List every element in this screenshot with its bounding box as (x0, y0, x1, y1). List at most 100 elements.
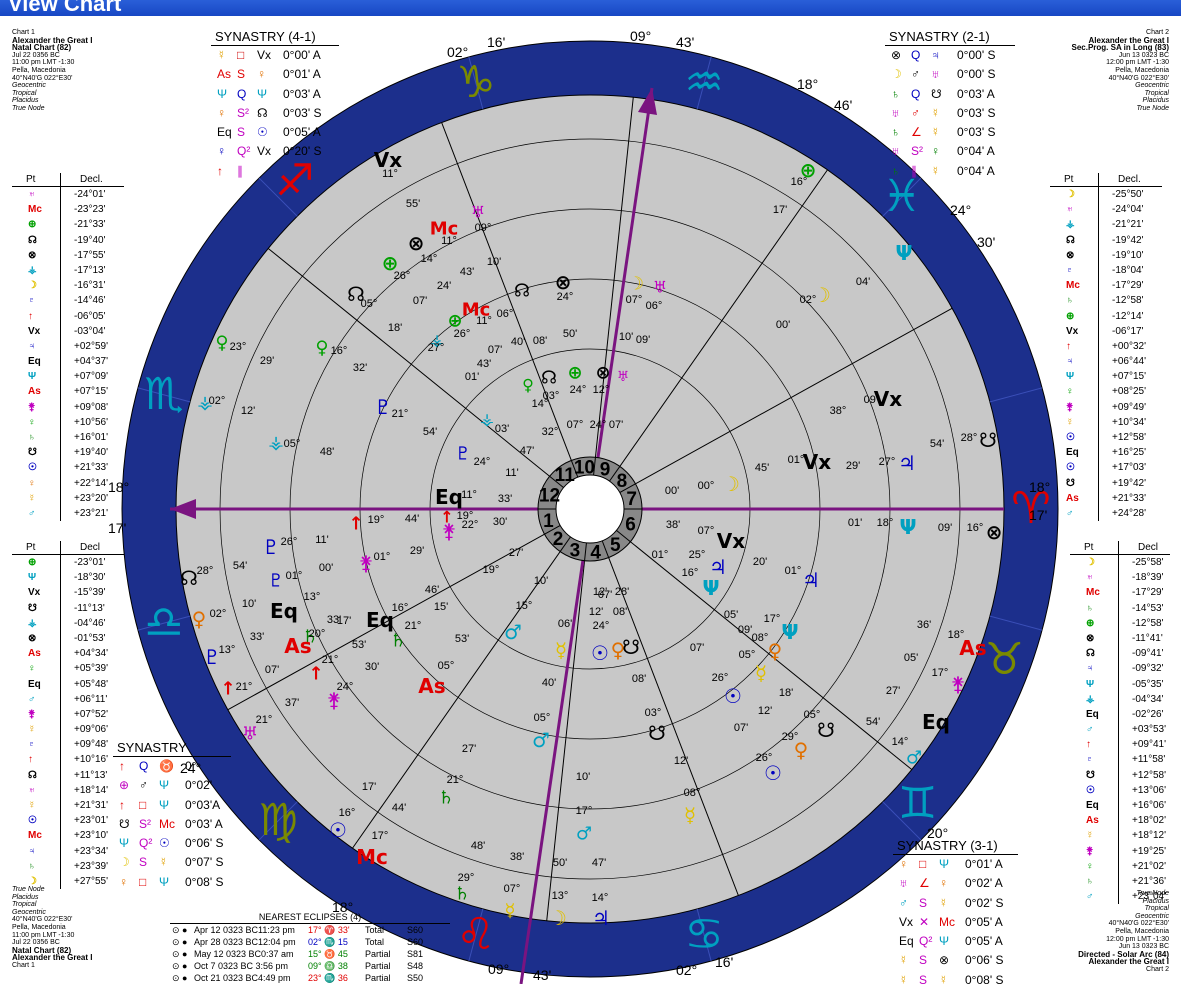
synastry-row[interactable]: ♅ ∠ ♀ 0°02' A (893, 874, 1018, 893)
planet-glyph: ☿ (755, 661, 767, 685)
chart1-option: Geocentric (12, 82, 46, 90)
degree-label: 45' (755, 462, 769, 474)
synastry-row[interactable]: ♄ ∥ ☿ 0°04' A (885, 162, 1015, 181)
synastry-row[interactable]: Ψ Q² ☉ 0°06' S (113, 834, 231, 853)
synastry-row[interactable]: ⊕ ♂ Ψ 0°02' (113, 776, 231, 795)
degree-label: 10' (242, 598, 256, 610)
synastry-row[interactable]: ☽ S ☿ 0°07' S (113, 853, 231, 872)
synastry-planet1: ⊗ (891, 48, 902, 62)
synastry-row[interactable]: ♅ ♂ ☿ 0°03' S (885, 104, 1015, 123)
synastry-title: SYNASTRY (2-1) (885, 29, 1015, 46)
eclipse-row[interactable]: ⊙ ● Apr 28 0323 BC12:04 pm 02° ♏ 15 Total S6… (170, 936, 450, 948)
chart2-time: 12:00 pm LMT -1:30 (1106, 935, 1169, 943)
degree-label: 19° (483, 564, 500, 576)
planet-glyph: Ψ (703, 576, 720, 600)
declination-point: Mc (28, 204, 42, 216)
declination-row: ↑ +00°32' (1050, 339, 1162, 354)
declination-value: -15°39' (74, 587, 106, 599)
synastry-row[interactable]: ♂ S ☿ 0°02' S (893, 894, 1018, 913)
declination-row: Eq +05°48' (12, 677, 124, 692)
synastry-row[interactable]: ♅ S² ♀ 0°04' A (885, 142, 1015, 161)
eclipse-row[interactable]: ⊙ ● Oct 21 0323 BC4:49 pm 23° ♏ 36 Partial S… (170, 972, 450, 984)
synastry-row[interactable]: ↑ ∥ (211, 162, 339, 181)
synastry-row[interactable]: ☿ S ☿ 0°08' S (893, 971, 1018, 990)
synastry-row[interactable]: ☿ S ⊗ 0°06' S (893, 951, 1018, 970)
synastry-row[interactable]: ♀ S² ☊ 0°03' S (211, 104, 339, 123)
cusp-degree-label: 46' (834, 97, 852, 113)
synastry-row[interactable]: ♀ Q² Vx 0°20' S (211, 142, 339, 161)
degree-label: 48' (471, 840, 485, 852)
declination-row: Vx -06°17' (1050, 324, 1162, 339)
declination-row: As +18°02' (1070, 813, 1170, 828)
eclipse-position: 15° ♉ 45 (308, 949, 348, 959)
planet-glyph: ♀ (192, 607, 207, 631)
declination-point: ♅ (28, 189, 36, 200)
declination-point: As (28, 648, 41, 660)
synastry-planet2: Mc (939, 914, 955, 929)
declination-row: ♅ -18°39' (1070, 570, 1170, 585)
planet-glyph: ♅ (617, 369, 630, 385)
synastry-row[interactable]: ☽ ♂ ♅ 0°00' S (885, 65, 1015, 84)
synastry-row[interactable]: ♄ ∠ ☿ 0°03' S (885, 123, 1015, 142)
eclipse-row[interactable]: ⊙ ● May 12 0323 BC0:37 am 15° ♉ 45 Partial S… (170, 948, 450, 960)
synastry-row[interactable]: ⊗ Q ♃ 0°00' S (885, 46, 1015, 65)
degree-label: 14° (892, 736, 909, 748)
cusp-degree-label: 18° (797, 76, 818, 92)
degree-label: 01' (848, 517, 862, 529)
synastry-planet2: ♅ (931, 67, 940, 82)
synastry-planet2: Vx (257, 144, 272, 159)
synastry-aspect: S² (237, 105, 249, 120)
declination-value: +11°13' (74, 769, 108, 781)
synastry-row[interactable]: ↑ Q ♉ 0° (113, 757, 231, 776)
planet-glyph: ♇ (455, 443, 471, 464)
synastry-row[interactable]: ☋ S² Mc 0°03' A (113, 815, 231, 834)
declination-header-pt: Pt (1064, 174, 1074, 185)
eclipse-type: Partial (365, 973, 391, 983)
planet-glyph: ⊗ (595, 362, 610, 383)
house-number: 8 (617, 471, 628, 492)
planet-glyph: ☉ (591, 641, 609, 665)
declination-row: Eq +04°37' (12, 354, 124, 369)
eclipse-icon: ⊙ ● (172, 949, 188, 959)
eclipse-row[interactable]: ⊙ ● Apr 12 0323 BC11:23 pm 17° ♈ 33' Total S… (170, 924, 450, 936)
declination-point: ⊗ (28, 249, 37, 261)
declination-point: Vx (1066, 325, 1079, 337)
degree-label: 01° (788, 454, 805, 466)
synastry-row[interactable]: ↑ □ Ψ 0°03'A (113, 796, 231, 815)
degree-label: 07' (265, 664, 279, 676)
synastry-row[interactable]: As S ♀ 0°01' A (211, 65, 339, 84)
synastry-row[interactable]: Eq Q² Ψ 0°05' A (893, 932, 1018, 951)
synastry-row[interactable]: Vx ✕ Mc 0°05' A (893, 913, 1018, 932)
declination-row: ♄ +21°36' (1070, 874, 1170, 889)
declination-row: Eq +16°25' (1050, 445, 1162, 460)
eclipse-row[interactable]: ⊙ ● Oct 7 0323 BC 3:56 pm 09° ♎ 38 Partial S… (170, 960, 450, 972)
declination-point: ⚶ (1066, 219, 1075, 231)
declination-point: ⚶ (1086, 693, 1095, 705)
declination-point: ☿ (1066, 416, 1074, 428)
declination-value: -21°21' (1112, 219, 1144, 231)
declination-row: ♇ +09°48' (12, 737, 124, 752)
degree-label: 05° (804, 709, 821, 721)
degree-label: 47' (592, 857, 606, 869)
degree-label: 29' (260, 355, 274, 367)
synastry-row[interactable]: ♀ □ Ψ 0°01' A (893, 855, 1018, 874)
cusp-degree-label: 16' (487, 34, 505, 50)
synastry-row[interactable]: ♀ □ Ψ 0°08' S (113, 873, 231, 892)
declination-value: -19°10' (1112, 249, 1144, 261)
synastry-row[interactable]: ♄ Q ☋ 0°03' A (885, 85, 1015, 104)
synastry-orb: 0°20' S (283, 144, 322, 159)
planet-glyph: ♂ (906, 747, 922, 768)
chart1-coords: 40°N40'G 022°E30' (12, 74, 73, 82)
declination-point: ⊕ (1086, 617, 1095, 629)
declination-value: +12°58' (1132, 769, 1166, 781)
synastry-row[interactable]: Ψ Q Ψ 0°03' A (211, 85, 339, 104)
synastry-planet2: ☿ (931, 105, 940, 120)
declination-row: ↑ +09°41' (1070, 737, 1170, 752)
degree-label: 32° (542, 426, 559, 438)
synastry-planet1: ♄ (891, 163, 900, 178)
synastry-row[interactable]: Eq S ☉ 0°05' A (211, 123, 339, 142)
degree-label: 40' (511, 336, 525, 348)
declination-point: ☿ (1086, 830, 1094, 842)
eclipse-icon: ⊙ ● (172, 925, 188, 935)
synastry-row[interactable]: ☿ □ Vx 0°00' A (211, 46, 339, 65)
